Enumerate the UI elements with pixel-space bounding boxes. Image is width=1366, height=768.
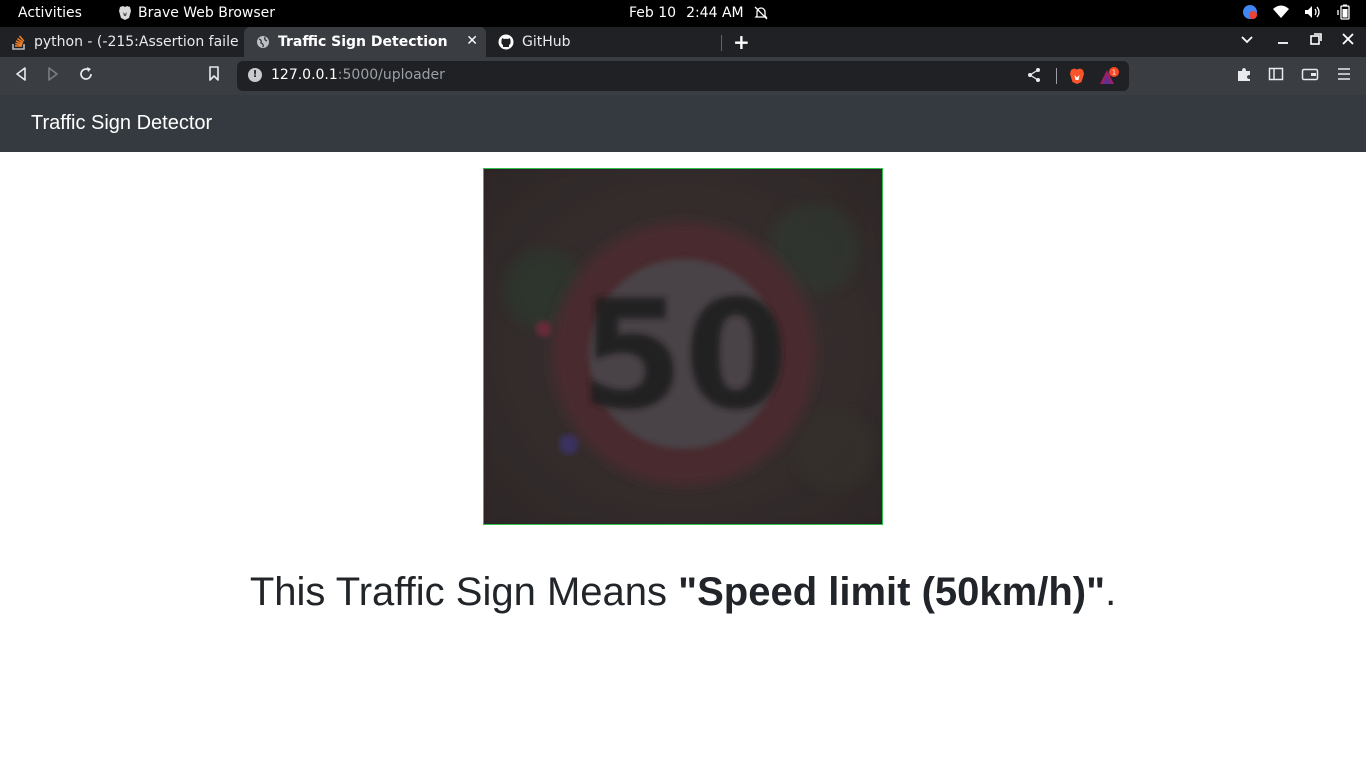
- tab-title: Traffic Sign Detection: [278, 34, 448, 50]
- tab-strip: python - (-215:Assertion failed Traffic …: [0, 27, 1366, 57]
- close-icon[interactable]: ✕: [466, 33, 478, 49]
- sidebar-icon: [1268, 67, 1284, 81]
- volume-icon[interactable]: [1304, 5, 1322, 19]
- tab-github[interactable]: GitHub: [486, 27, 722, 57]
- clock-date: Feb 10: [629, 5, 677, 21]
- url-path: :5000/uploader: [337, 67, 445, 83]
- battery-icon[interactable]: [1336, 4, 1352, 20]
- result-value: "Speed limit (50km/h)": [678, 570, 1106, 614]
- wallet-icon: [1301, 68, 1319, 81]
- site-info-icon[interactable]: !: [248, 68, 262, 82]
- forward-button[interactable]: [46, 66, 60, 86]
- back-icon: [16, 67, 26, 81]
- prediction-result: This Traffic Sign Means "Speed limit (50…: [0, 570, 1366, 615]
- omnibox-divider: [1056, 68, 1057, 84]
- restore-icon[interactable]: [1309, 32, 1323, 50]
- bookmark-button[interactable]: [208, 66, 220, 86]
- minimize-icon[interactable]: [1276, 32, 1290, 50]
- activities-button[interactable]: Activities: [18, 5, 82, 21]
- speed-limit-sign-picture: 50: [484, 169, 882, 524]
- close-window-icon[interactable]: [1341, 32, 1355, 50]
- app-name: Brave Web Browser: [138, 5, 275, 21]
- result-prefix: This Traffic Sign Means: [249, 570, 679, 614]
- share-icon[interactable]: [1027, 67, 1041, 87]
- back-button[interactable]: [14, 66, 28, 86]
- forward-icon: [48, 67, 58, 81]
- bell-muted-icon: [754, 6, 768, 20]
- globe-icon: [257, 36, 269, 48]
- url-host: 127.0.0.1: [271, 67, 338, 83]
- navbar-brand[interactable]: Traffic Sign Detector: [31, 112, 212, 135]
- rewards-badge: 1: [1112, 69, 1116, 77]
- hamburger-menu-icon: [1338, 68, 1350, 80]
- brave-shields-icon[interactable]: [1068, 67, 1086, 85]
- menu-button[interactable]: [1337, 66, 1351, 86]
- tab-traffic-sign-detection[interactable]: Traffic Sign Detection ✕: [244, 27, 486, 57]
- app-menu[interactable]: Brave Web Browser: [118, 5, 275, 21]
- tab-separator: [721, 35, 722, 51]
- site-navbar: Traffic Sign Detector: [0, 95, 1366, 152]
- bookmark-icon: [209, 66, 219, 81]
- uploaded-sign-image: 50: [483, 168, 883, 525]
- chrome-status-icon[interactable]: [1242, 4, 1258, 20]
- github-icon: [498, 34, 514, 50]
- stackoverflow-icon: [12, 35, 25, 50]
- tab-title: GitHub: [522, 34, 571, 50]
- brave-rewards-icon[interactable]: 1: [1098, 66, 1120, 86]
- tab-search-icon[interactable]: [1240, 32, 1254, 50]
- browser-toolbar: ! 127.0.0.1:5000/uploader 1: [0, 57, 1366, 95]
- puzzle-icon: [1238, 68, 1250, 81]
- brave-lion-icon: [119, 6, 131, 20]
- reload-icon: [80, 67, 92, 80]
- url-text[interactable]: 127.0.0.1:5000/uploader: [271, 67, 445, 83]
- clock-time: 2:44 AM: [686, 5, 744, 21]
- wallet-button[interactable]: [1301, 66, 1319, 86]
- system-top-bar: Activities Brave Web Browser Feb 10 2:44…: [0, 0, 1366, 27]
- sign-number: 50: [580, 269, 789, 443]
- wifi-icon[interactable]: [1272, 5, 1290, 19]
- result-suffix: .: [1105, 570, 1117, 614]
- new-tab-button[interactable]: +: [733, 30, 750, 54]
- sidebar-button[interactable]: [1268, 66, 1284, 86]
- reload-button[interactable]: [78, 66, 94, 86]
- system-tray[interactable]: [1242, 4, 1352, 20]
- address-bar[interactable]: ! 127.0.0.1:5000/uploader 1: [237, 61, 1129, 91]
- tab-stackoverflow[interactable]: python - (-215:Assertion failed: [0, 27, 244, 57]
- clock[interactable]: Feb 10 2:44 AM: [629, 5, 768, 21]
- extensions-button[interactable]: [1236, 66, 1252, 86]
- tab-title: python - (-215:Assertion failed: [34, 34, 239, 50]
